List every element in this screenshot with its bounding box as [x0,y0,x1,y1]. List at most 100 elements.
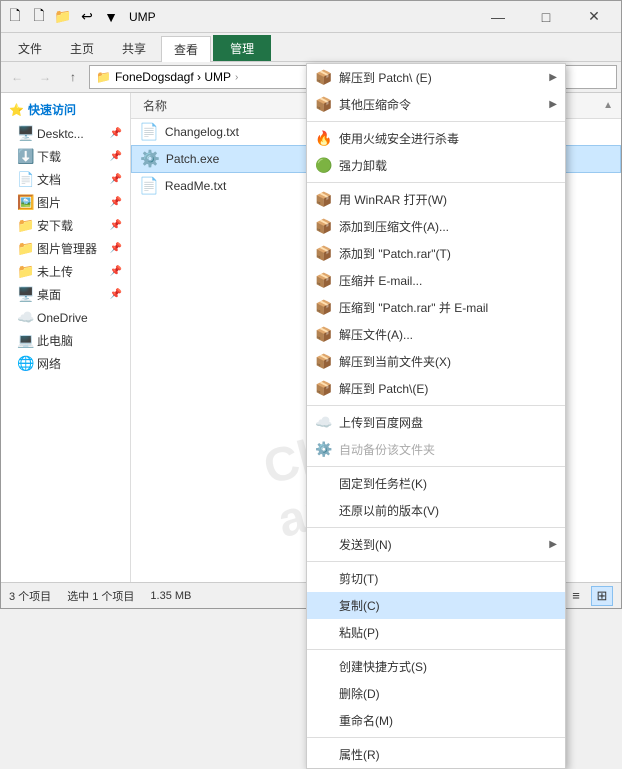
sidebar-item-picmanager[interactable]: 📁 图片管理器 📌 [1,237,130,260]
ctx-open-winrar[interactable]: 📦 用 WinRAR 打开(W) [307,186,565,213]
sidebar-item-notupload[interactable]: 📁 未上传 📌 [1,260,130,283]
breadcrumb-icon: 📁 [96,70,111,84]
maximize-button[interactable]: □ [523,2,569,32]
ctx-compress-email[interactable]: 📦 压缩并 E-mail... [307,267,565,294]
window-icon-1[interactable]: 🗋 [5,7,25,27]
backup-icon: ⚙️ [315,441,333,458]
pin-icon: 📌 [110,220,122,231]
ctx-label: 解压到 Patch\(E) [339,380,428,397]
sidebar-item-pictures[interactable]: 🖼️ 图片 📌 [1,191,130,214]
ctx-divider-2 [307,182,565,183]
ctx-label: 还原以前的版本(V) [339,502,439,519]
ctx-label: 删除(D) [339,685,380,702]
ctx-rename[interactable]: 重命名(M) [307,707,565,734]
taskbar-desktop-icon: 🖥️ [17,286,33,303]
onedrive-icon: ☁️ [17,309,33,326]
minimize-button[interactable]: — [475,2,521,32]
email-icon: 📦 [315,272,333,289]
ctx-label: 发送到(N) [339,536,392,553]
ctx-label: 重命名(M) [339,712,393,729]
tiles-view-button[interactable]: ⊞ [591,586,613,606]
tab-file[interactable]: 文件 [5,35,55,61]
cloud-icon: ☁️ [315,414,333,431]
tab-share[interactable]: 共享 [109,35,159,61]
quick-access-header[interactable]: ⭐ 快速访问 [1,97,130,122]
ctx-label: 用 WinRAR 打开(W) [339,191,447,208]
pin-icon: 📌 [110,289,122,300]
desktop-icon: 🖥️ [17,125,33,142]
tab-manage[interactable]: 管理 [213,35,271,61]
window-icon-4[interactable]: ↩ [77,7,97,27]
sidebar-item-andownloads[interactable]: 📁 安下载 📌 [1,214,130,237]
sidebar-item-taskbar-desktop[interactable]: 🖥️ 桌面 📌 [1,283,130,306]
picmanager-icon: 📁 [17,240,33,257]
sidebar-item-label: 网络 [37,355,61,372]
ctx-antivirus[interactable]: 🔥 使用火绒安全进行杀毒 [307,125,565,152]
ctx-properties[interactable]: 属性(R) [307,741,565,768]
ctx-extract-patch-e[interactable]: 📦 解压到 Patch\ (E) ▶ [307,64,565,91]
ctx-compress-patch-email[interactable]: 📦 压缩到 "Patch.rar" 并 E-mail [307,294,565,321]
sidebar-item-documents[interactable]: 📄 文档 📌 [1,168,130,191]
extract-patch-icon: 📦 [315,380,333,397]
close-button[interactable]: ✕ [571,2,617,32]
ctx-label: 粘贴(P) [339,624,379,641]
details-view-button[interactable]: ≡ [565,586,587,606]
window-icon-5[interactable]: ▼ [101,7,121,27]
notupload-icon: 📁 [17,263,33,280]
email2-icon: 📦 [315,299,333,316]
ctx-extract-files[interactable]: 📦 解压文件(A)... [307,321,565,348]
ctx-send-to[interactable]: 发送到(N) ▶ [307,531,565,558]
pictures-icon: 🖼️ [17,194,33,211]
sidebar-item-label: OneDrive [37,311,88,325]
ctx-divider-7 [307,649,565,650]
sidebar-item-downloads[interactable]: ⬇️ 下载 📌 [1,145,130,168]
ctx-copy[interactable]: 复制(C) [307,592,565,619]
sidebar-item-label: 安下载 [37,217,73,234]
green-icon: 🟢 [315,157,333,174]
ctx-upload-baidu[interactable]: ☁️ 上传到百度网盘 [307,409,565,436]
winrar-icon: 📦 [315,69,333,86]
documents-icon: 📄 [17,171,33,188]
ctx-auto-backup: ⚙️ 自动备份该文件夹 [307,436,565,463]
sidebar-item-network[interactable]: 🌐 网络 [1,352,130,375]
ctx-force-uninstall[interactable]: 🟢 强力卸载 [307,152,565,179]
ctx-label: 解压到 Patch\ (E) [339,69,432,86]
window-icon-2[interactable]: 🗋 [29,7,49,27]
sort-arrow: ▲ [603,100,613,111]
sidebar-item-label: Desktc... [37,127,84,141]
ctx-extract-patch[interactable]: 📦 解压到 Patch\(E) [307,375,565,402]
ctx-label: 上传到百度网盘 [339,414,423,431]
ctx-pin-taskbar[interactable]: 固定到任务栏(K) [307,470,565,497]
tab-home[interactable]: 主页 [57,35,107,61]
sidebar-item-desktop[interactable]: 🖥️ Desktc... 📌 [1,122,130,145]
ctx-label: 其他压缩命令 [339,96,411,113]
back-button[interactable]: ← [5,65,29,89]
sidebar: ⭐ 快速访问 🖥️ Desktc... 📌 ⬇️ 下载 📌 📄 文档 📌 🖼️ … [1,93,131,582]
sidebar-item-thispc[interactable]: 💻 此电脑 [1,329,130,352]
pin-icon: 📌 [110,128,122,139]
sidebar-item-label: 未上传 [37,263,73,280]
ctx-extract-here[interactable]: 📦 解压到当前文件夹(X) [307,348,565,375]
titlebar: 🗋 🗋 📁 ↩ ▼ UMP — □ ✕ [1,1,621,33]
ctx-restore-previous[interactable]: 还原以前的版本(V) [307,497,565,524]
window-icon-3[interactable]: 📁 [53,7,73,27]
sidebar-item-label: 图片管理器 [37,240,97,257]
ctx-delete[interactable]: 删除(D) [307,680,565,707]
ctx-add-patch-rar[interactable]: 📦 添加到 "Patch.rar"(T) [307,240,565,267]
ctx-divider-4 [307,466,565,467]
ctx-other-compress[interactable]: 📦 其他压缩命令 ▶ [307,91,565,118]
pin-icon: 📌 [110,243,122,254]
ctx-create-shortcut[interactable]: 创建快捷方式(S) [307,653,565,680]
ctx-paste[interactable]: 粘贴(P) [307,619,565,646]
ctx-label: 解压文件(A)... [339,326,413,343]
ctx-add-archive[interactable]: 📦 添加到压缩文件(A)... [307,213,565,240]
ctx-label: 压缩并 E-mail... [339,272,422,289]
ctx-cut[interactable]: 剪切(T) [307,565,565,592]
view-buttons: ≡ ⊞ [565,586,613,606]
tab-view[interactable]: 查看 [161,36,211,62]
quick-access-label: 快速访问 [28,101,76,118]
file-name: Patch.exe [166,152,219,166]
up-button[interactable]: ↑ [61,65,85,89]
sidebar-item-onedrive[interactable]: ☁️ OneDrive [1,306,130,329]
forward-button[interactable]: → [33,65,57,89]
